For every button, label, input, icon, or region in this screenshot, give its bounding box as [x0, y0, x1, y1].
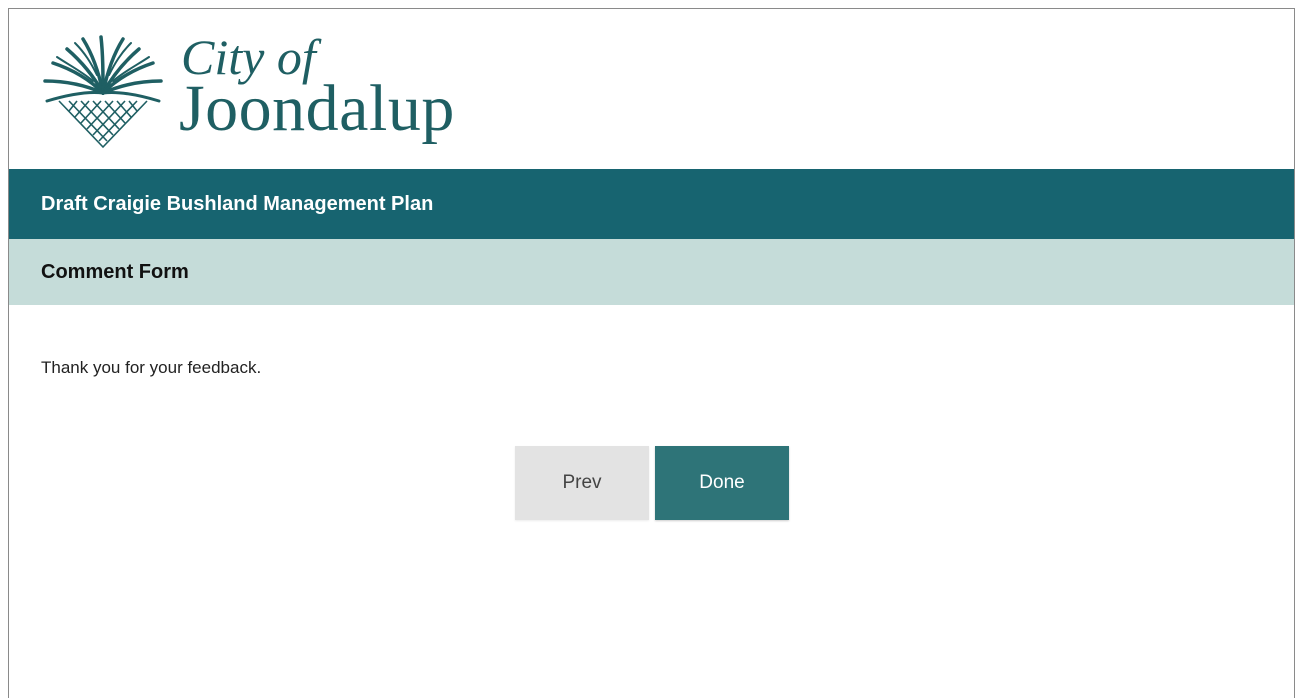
logo-joondalup: Joondalup	[179, 72, 455, 145]
page-title-bar: Draft Craigie Bushland Management Plan	[9, 169, 1294, 239]
page-frame: City of Joondalup Draft Craigie Bushland…	[8, 8, 1295, 698]
form-title-bar: Comment Form	[9, 239, 1294, 305]
header: City of Joondalup	[9, 9, 1294, 169]
palm-logo-icon	[43, 35, 163, 149]
thank-you-message: Thank you for your feedback.	[41, 358, 262, 377]
form-title: Comment Form	[41, 260, 189, 283]
city-logo[interactable]: City of Joondalup	[41, 29, 481, 153]
prev-button[interactable]: Prev	[515, 446, 649, 520]
done-button[interactable]: Done	[655, 446, 789, 520]
page-title: Draft Craigie Bushland Management Plan	[41, 192, 434, 215]
